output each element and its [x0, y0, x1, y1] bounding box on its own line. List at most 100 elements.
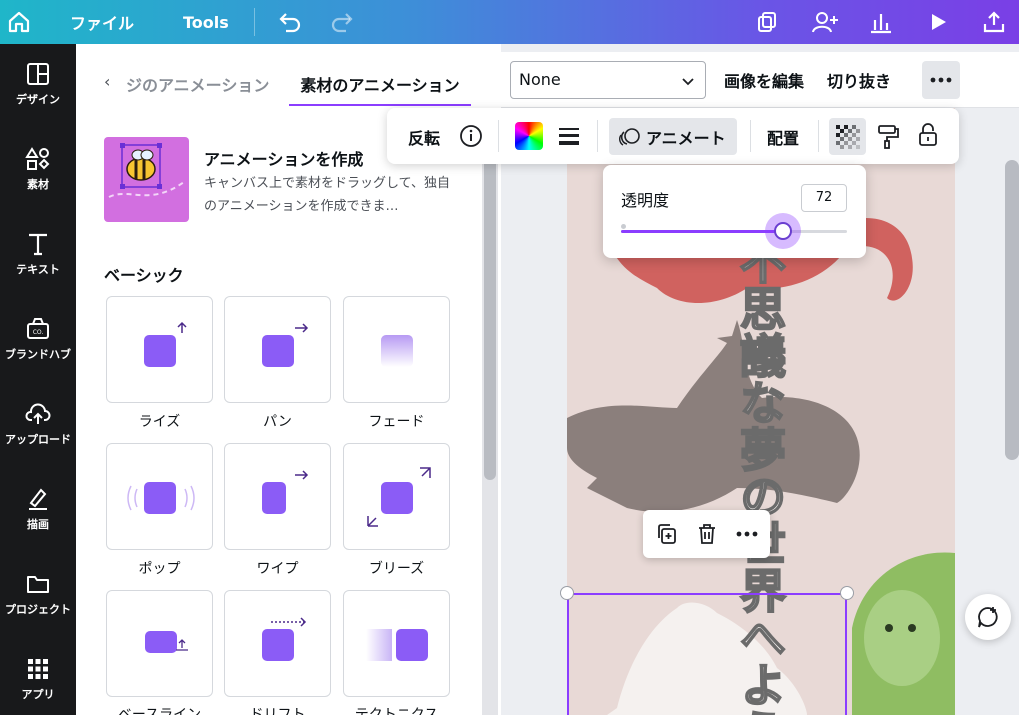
position-button[interactable]: 配置	[767, 125, 799, 149]
brand-icon: CO.	[27, 318, 49, 339]
transparency-slider-thumb[interactable]	[773, 222, 792, 240]
canvas-scrollbar[interactable]	[1005, 160, 1019, 460]
slider-min-dot	[621, 224, 626, 229]
animation-label: ベースライン	[117, 707, 202, 715]
animation-pan-card[interactable]	[224, 296, 331, 403]
shapes-glyph-icon	[381, 335, 413, 367]
redo-icon	[331, 13, 353, 33]
rail-brand[interactable]: CO. ブランドハブ	[0, 299, 76, 379]
animation-label: パン	[263, 414, 292, 430]
animation-drift-card[interactable]	[224, 590, 331, 697]
edit-image-button[interactable]: 画像を編集	[724, 68, 804, 92]
rail-design[interactable]: デザイン	[0, 44, 76, 124]
basic-section-title: ベーシック	[104, 266, 184, 285]
animation-pop-card[interactable]	[106, 443, 213, 550]
arrow-right-icon	[295, 323, 309, 333]
home-button[interactable]	[6, 0, 32, 44]
line-weight-icon[interactable]	[558, 126, 580, 146]
more-icon	[930, 77, 952, 83]
duplicate-icon[interactable]	[655, 523, 677, 545]
more-options-button[interactable]	[922, 61, 960, 99]
rail-apps[interactable]: アプリ	[0, 639, 76, 715]
rail-elements[interactable]: 素材	[0, 129, 76, 209]
rail-uploads[interactable]: アップロード	[0, 384, 76, 464]
chevron-down-icon	[682, 78, 694, 86]
animation-wipe-card[interactable]	[224, 443, 331, 550]
animation-tectonic-card[interactable]	[343, 590, 450, 697]
flip-button[interactable]: 反転	[408, 125, 440, 149]
animation-baseline-card[interactable]	[106, 590, 213, 697]
bar-chart-icon	[871, 14, 891, 34]
font-select-value: None	[519, 70, 561, 89]
shapes-glyph-icon	[396, 629, 428, 661]
pulse-lines-icon	[127, 485, 195, 511]
transparency-button[interactable]	[829, 118, 866, 155]
shapes-icon	[25, 147, 50, 170]
animation-label: ドリフト	[249, 707, 306, 715]
arrow-right-icon	[295, 470, 309, 480]
rail-label: プロジェクト	[5, 603, 71, 616]
info-icon[interactable]	[459, 124, 483, 148]
selection-box[interactable]	[567, 593, 847, 715]
toolbar-divider	[818, 120, 819, 152]
rail-label: アプリ	[21, 688, 55, 701]
shapes-glyph-icon	[262, 335, 294, 367]
paint-roller-icon[interactable]	[876, 124, 900, 150]
rail-draw[interactable]: 描画	[0, 469, 76, 549]
toolbar-divider	[750, 120, 751, 152]
text-icon	[29, 233, 47, 256]
rail-label: ブランドハブ	[5, 348, 71, 361]
create-animation-title[interactable]: アニメーションを作成	[204, 146, 363, 170]
animation-label: ライズ	[138, 414, 181, 430]
present-button[interactable]	[927, 0, 949, 44]
toolbar-divider	[254, 8, 255, 36]
file-menu[interactable]: ファイル	[70, 0, 134, 44]
share-people-button[interactable]	[810, 0, 840, 44]
lock-icon[interactable]	[917, 122, 939, 148]
rail-projects[interactable]: プロジェクト	[0, 554, 76, 634]
tab-element-animation[interactable]: 素材のアニメーション	[289, 72, 471, 96]
rail-label: デザイン	[16, 93, 60, 106]
element-mini-toolbar	[643, 510, 770, 558]
more-icon[interactable]	[736, 531, 758, 537]
animation-rise-card[interactable]	[106, 296, 213, 403]
animation-label: ポップ	[138, 561, 181, 577]
transparency-label: 透明度	[621, 191, 670, 210]
motion-trail	[366, 629, 392, 661]
undo-button[interactable]	[276, 0, 302, 44]
color-picker[interactable]	[515, 122, 543, 150]
panel-scrollbar[interactable]	[484, 150, 496, 480]
arrow-up-icon	[177, 321, 187, 333]
left-rail: デザイン 素材 テキスト CO. ブランドハブ アップロード 描画 プロジェクト…	[0, 44, 76, 715]
redo-button[interactable]	[330, 0, 356, 44]
rail-label: テキスト	[16, 263, 60, 276]
animation-label: フェード	[368, 414, 425, 430]
top-bar: ファイル Tools	[0, 0, 1019, 44]
share-button[interactable]	[982, 0, 1006, 44]
tools-menu[interactable]: Tools	[183, 0, 229, 44]
shapes-glyph-icon	[144, 335, 176, 367]
tab-page-animation[interactable]: ジのアニメーション	[126, 72, 269, 96]
animate-label: アニメート	[646, 129, 726, 148]
rail-label: 素材	[27, 178, 49, 191]
transparency-value-input[interactable]: 72	[801, 184, 847, 212]
insights-button[interactable]	[868, 0, 894, 44]
resize-handle[interactable]	[560, 586, 574, 600]
animation-fade-card[interactable]	[343, 296, 450, 403]
rail-text[interactable]: テキスト	[0, 214, 76, 294]
back-arrow[interactable]: ‹	[104, 72, 110, 91]
animation-label: テクトニクス	[354, 707, 439, 715]
upload-icon	[983, 11, 1005, 33]
create-animation-thumbnail[interactable]	[104, 137, 189, 222]
resize-handle[interactable]	[840, 586, 854, 600]
svg-text:CO.: CO.	[33, 329, 44, 336]
layout-icon	[27, 63, 49, 85]
resize-button[interactable]	[755, 0, 779, 44]
animation-breathe-card[interactable]	[343, 443, 450, 550]
crop-button[interactable]: 切り抜き	[827, 68, 891, 92]
create-animation-description: キャンバス上で素材をドラッグして、独自のアニメーションを作成できま…	[204, 176, 450, 214]
folder-icon	[27, 576, 49, 593]
comment-button[interactable]	[965, 594, 1011, 640]
trash-icon[interactable]	[696, 523, 718, 545]
animation-label: ブリーズ	[368, 561, 425, 577]
